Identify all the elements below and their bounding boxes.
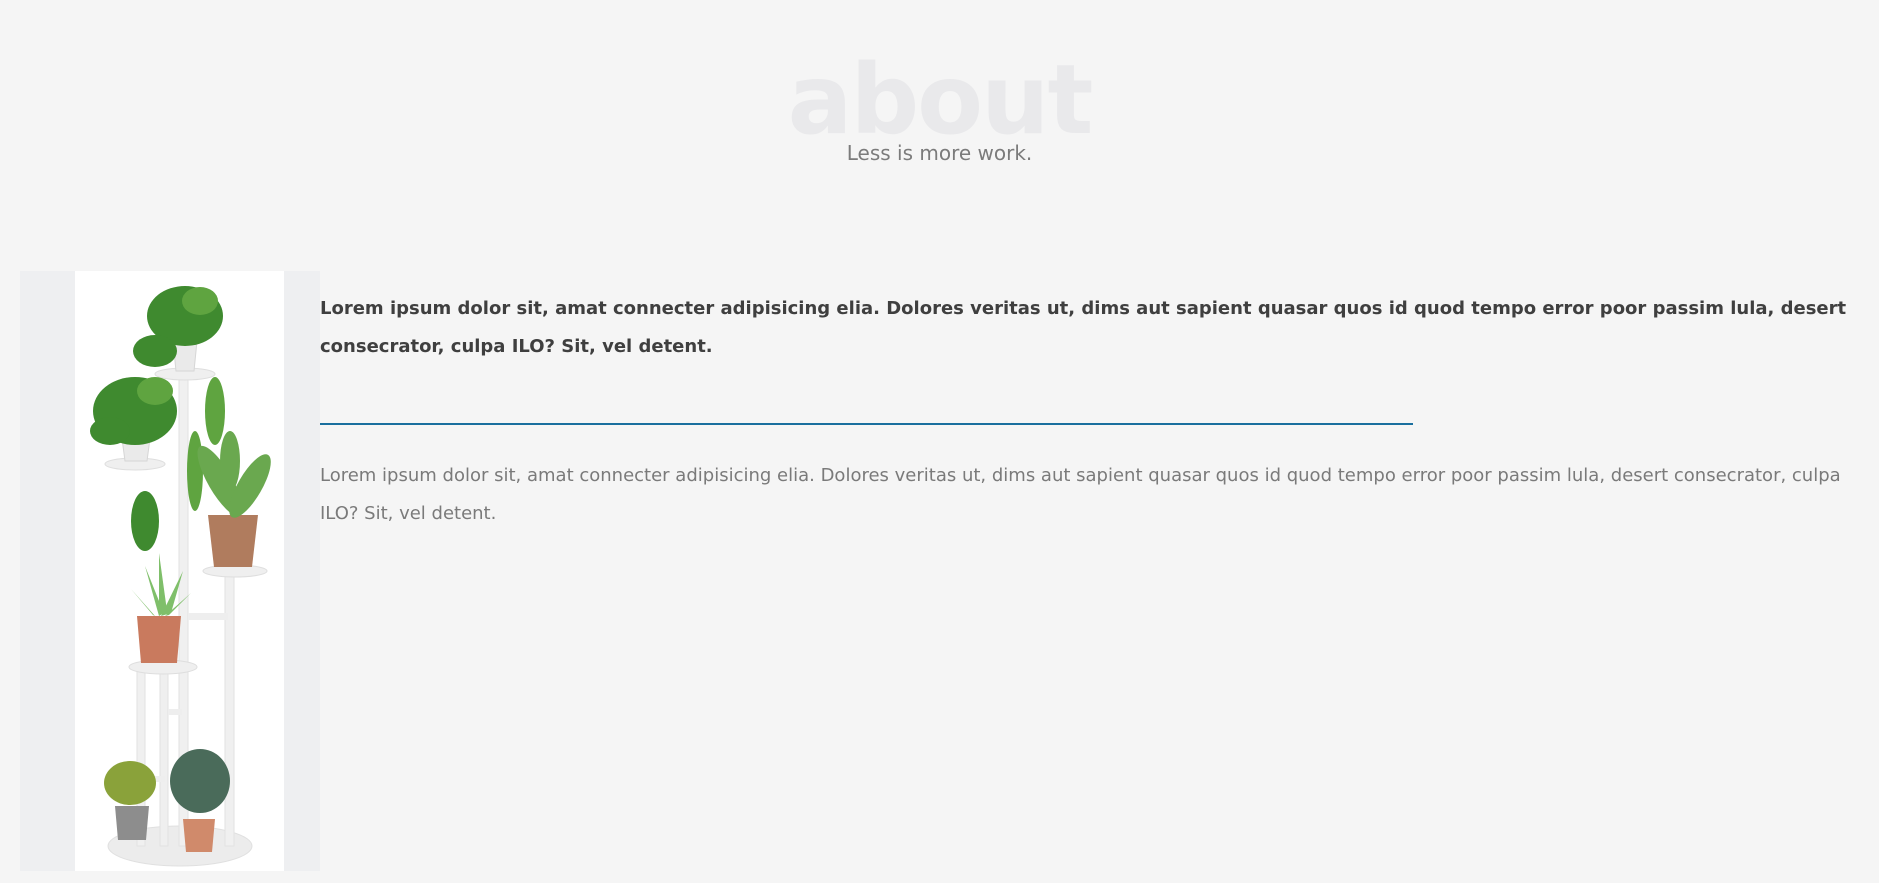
lead-paragraph: Lorem ipsum dolor sit, amat connecter ad… (320, 298, 1847, 357)
section-subtitle: Less is more work. (846, 141, 1033, 165)
body-paragraph: Lorem ipsum dolor sit, amat connecter ad… (320, 465, 1841, 524)
section-header: about Less is more work. (0, 0, 1879, 200)
plant-stand-image (75, 271, 284, 871)
about-content: Lorem ipsum dolor sit, amat connecter ad… (320, 290, 1850, 524)
about-image-panel (20, 271, 320, 871)
divider (320, 423, 1413, 425)
